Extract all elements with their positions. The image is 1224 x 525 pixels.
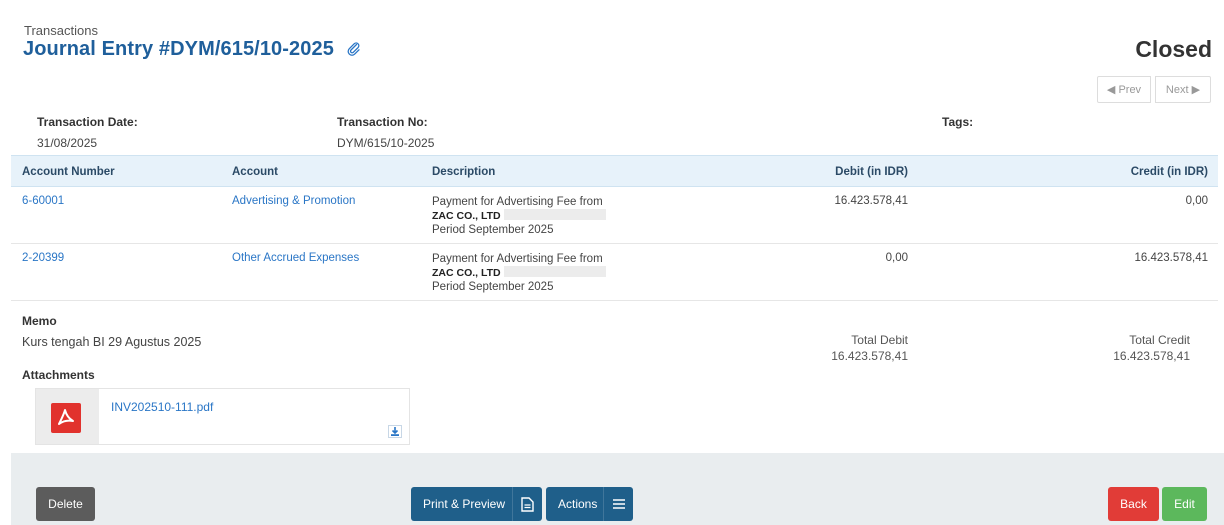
company-name: ZAC CO., LTD xyxy=(432,210,501,222)
company-name: ZAC CO., LTD xyxy=(432,267,501,279)
table-row: 2-20399 Other Accrued Expenses Payment f… xyxy=(11,244,1218,301)
transaction-no-label: Transaction No: xyxy=(337,115,428,129)
actions-button[interactable]: Actions xyxy=(546,487,633,521)
attachment-thumbnail xyxy=(36,389,99,444)
column-header-description: Description xyxy=(432,166,496,178)
memo-value: Kurs tengah BI 29 Agustus 2025 xyxy=(22,335,202,349)
redacted-area xyxy=(503,209,606,220)
prev-button[interactable]: ◀ Prev xyxy=(1097,76,1151,103)
column-header-account: Account xyxy=(232,166,278,178)
back-button[interactable]: Back xyxy=(1108,487,1159,521)
debit-cell: 0,00 xyxy=(885,252,908,264)
table-row: 6-60001 Advertising & Promotion Payment … xyxy=(11,187,1218,244)
column-header-credit: Credit (in IDR) xyxy=(1130,166,1208,178)
table-header: Account Number Account Description Debit… xyxy=(11,155,1218,187)
paperclip-icon[interactable] xyxy=(346,40,362,63)
total-credit: Total Credit 16.423.578,41 xyxy=(1113,332,1190,364)
tags-label: Tags: xyxy=(942,115,974,129)
description-company-line: ZAC CO., LTD xyxy=(432,266,606,280)
status-badge: Closed xyxy=(1135,36,1212,62)
print-preview-label: Print & Preview xyxy=(423,497,506,511)
redacted-area xyxy=(503,266,606,277)
memo-label: Memo xyxy=(22,314,57,328)
description-cell: Payment for Advertising Fee from ZAC CO.… xyxy=(432,252,606,294)
transaction-no-value: DYM/615/10-2025 xyxy=(337,136,435,150)
next-button[interactable]: Next ▶ xyxy=(1155,76,1211,103)
account-link[interactable]: Other Accrued Expenses xyxy=(232,252,359,264)
attachment-item[interactable]: INV202510-111.pdf xyxy=(35,388,410,445)
credit-cell: 16.423.578,41 xyxy=(1134,252,1208,264)
page-title: Journal Entry #DYM/615/10-2025 xyxy=(23,38,362,63)
hamburger-menu-icon xyxy=(603,487,633,521)
column-header-debit: Debit (in IDR) xyxy=(835,166,908,178)
column-header-account-number: Account Number xyxy=(22,166,115,178)
total-credit-label: Total Credit xyxy=(1129,333,1190,347)
total-debit: Total Debit 16.423.578,41 xyxy=(831,332,908,364)
page-title-text: Journal Entry #DYM/615/10-2025 xyxy=(23,38,334,60)
attachment-file-link[interactable]: INV202510-111.pdf xyxy=(111,400,213,414)
document-icon xyxy=(512,487,542,521)
account-number-link[interactable]: 2-20399 xyxy=(22,252,64,264)
total-debit-label: Total Debit xyxy=(851,333,908,347)
edit-button[interactable]: Edit xyxy=(1162,487,1207,521)
credit-cell: 0,00 xyxy=(1185,195,1208,207)
description-period-line: Period September 2025 xyxy=(432,224,554,236)
delete-button[interactable]: Delete xyxy=(36,487,95,521)
description-line: Payment for Advertising Fee from xyxy=(432,253,603,265)
attachments-label: Attachments xyxy=(22,368,95,382)
transaction-date-value: 31/08/2025 xyxy=(37,136,98,150)
breadcrumb[interactable]: Transactions xyxy=(24,23,98,38)
description-line: Payment for Advertising Fee from xyxy=(432,196,603,208)
description-cell: Payment for Advertising Fee from ZAC CO.… xyxy=(432,195,606,237)
description-period-line: Period September 2025 xyxy=(432,281,554,293)
print-preview-button[interactable]: Print & Preview xyxy=(411,487,542,521)
pdf-icon xyxy=(51,403,81,433)
total-debit-value: 16.423.578,41 xyxy=(831,349,908,363)
pager: ◀ Prev Next ▶ xyxy=(1097,76,1211,103)
account-link[interactable]: Advertising & Promotion xyxy=(232,195,355,207)
transaction-date-label: Transaction Date: xyxy=(37,115,138,129)
download-icon[interactable] xyxy=(388,425,402,438)
debit-cell: 16.423.578,41 xyxy=(834,195,908,207)
actions-label: Actions xyxy=(558,497,598,511)
account-number-link[interactable]: 6-60001 xyxy=(22,195,64,207)
total-credit-value: 16.423.578,41 xyxy=(1113,349,1190,363)
journal-lines-table: Account Number Account Description Debit… xyxy=(11,155,1218,301)
description-company-line: ZAC CO., LTD xyxy=(432,209,606,223)
